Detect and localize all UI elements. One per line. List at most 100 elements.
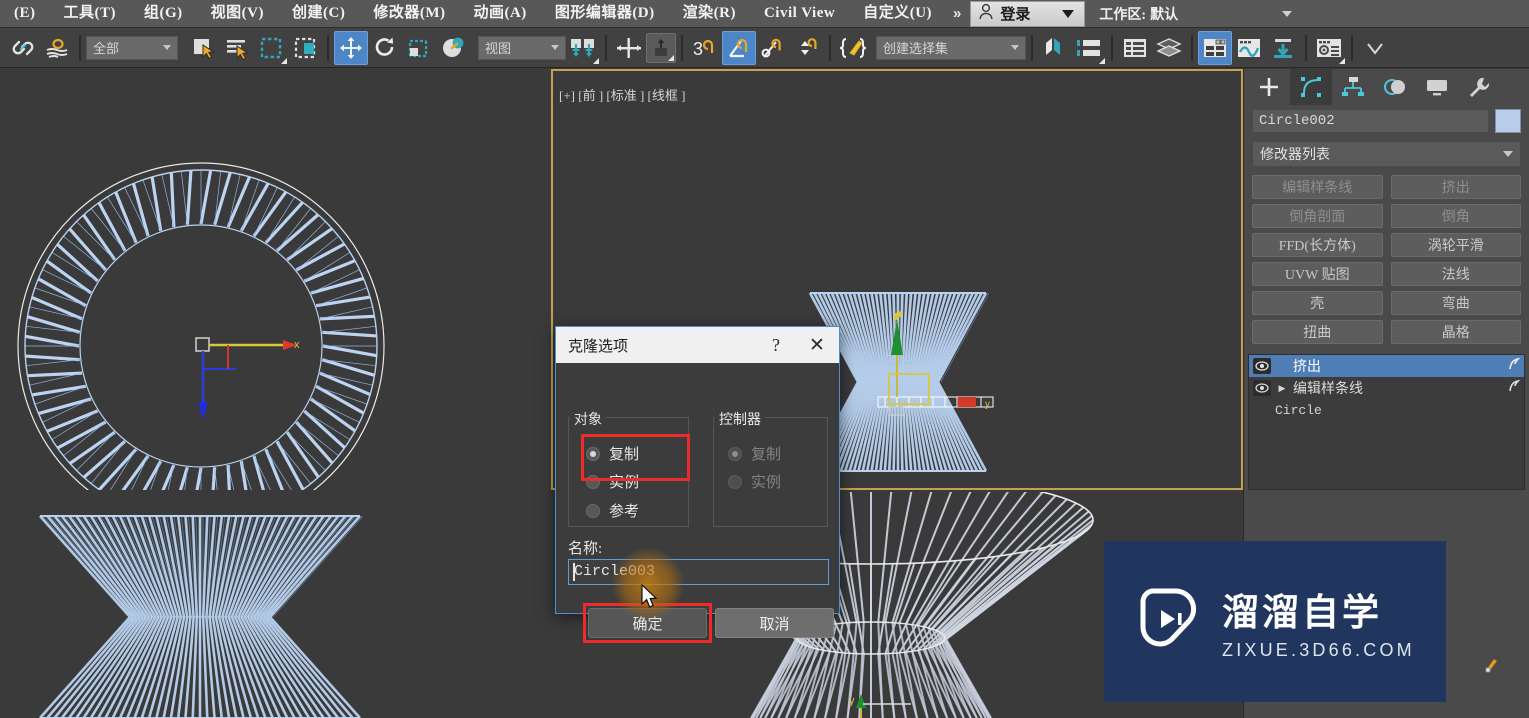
menu-item-rendering[interactable]: 渲染(R) xyxy=(669,0,750,27)
modifier-stack-item-extrude[interactable]: 挤出 xyxy=(1249,355,1524,377)
utilities-tab[interactable] xyxy=(1458,69,1500,105)
snap-toggle-icon[interactable]: 3 xyxy=(688,31,722,65)
modifier-button-twist[interactable]: 扭曲 xyxy=(1252,320,1383,344)
modifier-button-normal[interactable]: 法线 xyxy=(1390,262,1521,286)
cancel-button[interactable]: 取消 xyxy=(715,608,834,638)
clone-options-dialog[interactable]: 克隆选项 ? ✕ 对象 复制 实例 参考 控制器 复制 实例 名称: Circl… xyxy=(555,326,840,643)
select-rotate-icon[interactable] xyxy=(368,31,402,65)
modifier-button-lattice[interactable]: 晶格 xyxy=(1390,320,1521,344)
modifier-list-dropdown[interactable]: 修改器列表 xyxy=(1252,141,1521,167)
material-editor-icon[interactable] xyxy=(1198,30,1232,65)
menu-item-views[interactable]: 视图(V) xyxy=(197,0,278,27)
object-color-swatch[interactable] xyxy=(1495,109,1521,133)
render-frame-icon[interactable] xyxy=(1312,31,1346,65)
ok-button[interactable]: 确定 xyxy=(588,608,707,638)
modifier-button-edit-spline[interactable]: 编辑样条线 xyxy=(1252,175,1383,199)
modifier-button-grid: 编辑样条线 挤出 倒角剖面 倒角 FFD(长方体) 涡轮平滑 UVW 贴图 法线… xyxy=(1252,175,1521,344)
menu-item-tools[interactable]: 工具(T) xyxy=(50,0,131,27)
login-label: 登录 xyxy=(1000,7,1031,23)
menu-item-create[interactable]: 创建(C) xyxy=(278,0,359,27)
edit-named-sets-icon[interactable] xyxy=(836,31,870,65)
modifier-button-bend[interactable]: 弯曲 xyxy=(1390,291,1521,315)
close-icon[interactable]: ✕ xyxy=(795,334,839,357)
modifier-button-bevel-profile[interactable]: 倒角剖面 xyxy=(1252,204,1383,228)
reference-coordinate-dropdown[interactable]: 视图 xyxy=(478,35,566,60)
flyout-corner-icon[interactable] xyxy=(1099,57,1105,64)
spinner-snap-icon[interactable] xyxy=(790,31,824,65)
name-input[interactable]: Circle003 xyxy=(568,559,829,585)
motion-tab[interactable] xyxy=(1374,69,1416,105)
svg-text:3: 3 xyxy=(693,39,703,59)
modifier-button-bevel[interactable]: 倒角 xyxy=(1390,204,1521,228)
configure-icon[interactable] xyxy=(1508,379,1521,397)
radio-dot-icon xyxy=(728,446,742,461)
flyout-corner-icon[interactable] xyxy=(281,57,287,64)
eye-icon[interactable] xyxy=(1253,380,1271,396)
modifier-button-extrude[interactable]: 挤出 xyxy=(1390,175,1521,199)
link-icon[interactable] xyxy=(6,31,40,65)
modifier-button-ffd-box[interactable]: FFD(长方体) xyxy=(1252,233,1383,257)
select-by-name-icon[interactable] xyxy=(220,31,254,65)
window-crossing-icon[interactable] xyxy=(288,31,322,65)
align-icon[interactable] xyxy=(646,32,676,63)
layer-explorer-icon[interactable] xyxy=(1072,31,1106,65)
mirror-panel-icon[interactable] xyxy=(1038,31,1072,65)
object-radio-reference[interactable]: 参考 xyxy=(586,500,639,521)
menu-overflow-chevron[interactable]: » xyxy=(946,0,968,27)
mirror-icon[interactable] xyxy=(612,31,646,65)
dialog-title-bar[interactable]: 克隆选项 ? ✕ xyxy=(556,327,839,363)
configure-icon[interactable] xyxy=(1508,357,1521,375)
flyout-corner-icon[interactable] xyxy=(668,54,674,61)
select-object-icon[interactable] xyxy=(186,31,220,65)
object-name-input[interactable]: Circle002 xyxy=(1252,109,1489,133)
select-place-icon[interactable] xyxy=(436,31,470,65)
select-scale-icon[interactable] xyxy=(402,31,436,65)
modifier-stack[interactable]: 挤出 ▶ 编辑样条线 Circle xyxy=(1248,354,1525,490)
modifier-stack-item-circle[interactable]: Circle xyxy=(1249,399,1524,421)
named-selection-set-dropdown[interactable]: 创建选择集 xyxy=(876,35,1026,60)
menu-item-edit[interactable]: (E) xyxy=(0,0,50,27)
workspace-chevron-down-icon[interactable] xyxy=(1282,10,1293,17)
render-setup-icon[interactable] xyxy=(1266,31,1300,65)
pencil-icon[interactable] xyxy=(1483,657,1499,673)
slate-material-icon[interactable] xyxy=(1232,31,1266,65)
modifier-button-shell[interactable]: 壳 xyxy=(1252,291,1383,315)
object-radio-instance[interactable]: 实例 xyxy=(586,471,639,492)
percent-snap-icon[interactable] xyxy=(756,31,790,65)
expand-arrow-icon[interactable]: ▶ xyxy=(1277,383,1287,394)
modifier-button-uvw-map[interactable]: UVW 贴图 xyxy=(1252,262,1383,286)
chevron-down-icon[interactable] xyxy=(1062,9,1075,18)
schematic-view-icon[interactable] xyxy=(1152,31,1186,65)
menu-item-graph-editors[interactable]: 图形编辑器(D) xyxy=(541,0,669,27)
use-center-icon[interactable] xyxy=(566,31,600,65)
select-move-icon[interactable] xyxy=(334,30,368,65)
help-icon[interactable]: ? xyxy=(757,335,795,356)
flyout-corner-icon[interactable] xyxy=(1339,57,1345,64)
modify-tab[interactable] xyxy=(1290,69,1332,105)
create-tab[interactable] xyxy=(1248,69,1290,105)
render-production-icon[interactable] xyxy=(1358,31,1392,65)
modifier-button-turbosmooth[interactable]: 涡轮平滑 xyxy=(1390,233,1521,257)
hierarchy-tab[interactable] xyxy=(1332,69,1374,105)
workspace-value[interactable]: 默认 xyxy=(1150,4,1178,24)
viewport-bottom-left[interactable]: 框] xyxy=(0,492,548,718)
menu-item-animation[interactable]: 动画(A) xyxy=(459,0,540,27)
selection-filter-dropdown[interactable]: 全部 xyxy=(86,35,178,60)
unlink-icon[interactable] xyxy=(40,31,74,65)
flyout-corner-icon[interactable] xyxy=(593,57,599,64)
login-button[interactable]: 登录 xyxy=(970,0,1086,27)
display-tab[interactable] xyxy=(1416,69,1458,105)
viewport-top-left[interactable]: 框] x xyxy=(0,69,548,490)
menu-item-group[interactable]: 组(G) xyxy=(130,0,197,27)
rectangular-select-icon[interactable] xyxy=(254,31,288,65)
watermark-en-text: ZIXUE.3D66.COM xyxy=(1222,640,1415,660)
modifier-stack-item-edit-spline[interactable]: ▶ 编辑样条线 xyxy=(1249,377,1524,399)
menu-item-customize[interactable]: 自定义(U) xyxy=(849,0,946,27)
menu-item-modifiers[interactable]: 修改器(M) xyxy=(359,0,459,27)
object-radio-copy[interactable]: 复制 xyxy=(586,443,639,464)
curve-editor-icon[interactable] xyxy=(1118,31,1152,65)
angle-snap-icon[interactable] xyxy=(722,30,756,65)
workspace-label: 工作区: xyxy=(1099,7,1147,23)
eye-icon[interactable] xyxy=(1253,358,1271,374)
menu-item-civil-view[interactable]: Civil View xyxy=(750,0,849,27)
